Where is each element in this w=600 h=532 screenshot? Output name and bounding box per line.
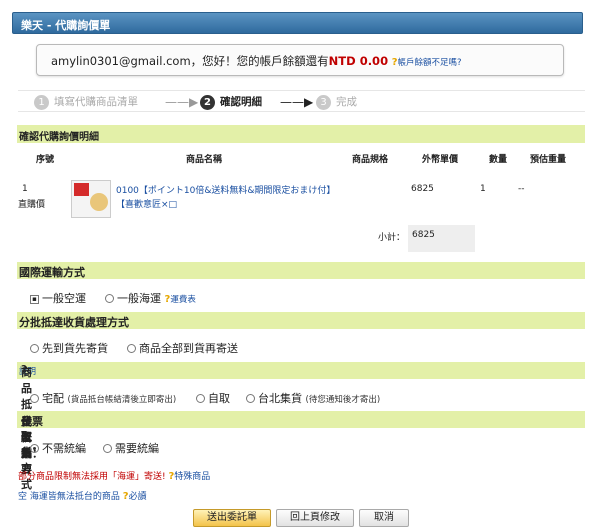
step-label-1: 填寫代購商品清單	[54, 96, 138, 108]
invoice-no-option[interactable]: 不需統編	[30, 440, 86, 456]
radio-icon[interactable]	[30, 343, 39, 353]
pickup-taipei-note: (待您通知後才寄出)	[305, 395, 381, 405]
greeting-text: ，您好！您的帳戶餘額還有	[190, 54, 329, 68]
product-name-link[interactable]: 0100【ポイント10倍&送料無料&期間限定おまけ付】	[116, 183, 335, 196]
pickup-taipei-label: 台北集貨	[258, 392, 302, 405]
details-section-title: 確認代購詢價明細	[19, 132, 99, 143]
restricted-goods-note: 空 海運皆無法抵台的商品 ?必讀	[18, 489, 147, 502]
radio-icon[interactable]	[246, 393, 255, 403]
pickup-self-label: 自取	[208, 392, 230, 405]
shipping-sea-option[interactable]: 一般海運 ?運費表	[105, 290, 196, 306]
question-icon: ?	[21, 364, 27, 375]
details-section-header: 確認代購詢價明細	[17, 125, 585, 143]
back-edit-button[interactable]: 回上頁修改	[276, 509, 354, 527]
shipping-fee-link[interactable]: 運費表	[170, 295, 196, 305]
subtotal-value: 6825	[412, 230, 435, 240]
radio-icon[interactable]	[196, 393, 205, 403]
progress-steps: 1 填寫代購商品清單 ——▶ 2 確認明細 ——▶ 3 完成	[18, 90, 585, 112]
step-3: 3 完成	[316, 94, 357, 110]
radio-icon[interactable]	[105, 293, 114, 303]
invoice-section-header: 是否需要 代工費 發票統編：	[17, 411, 585, 476]
step-1: 1 填寫代購商品清單	[34, 94, 138, 110]
sea-shipping-note: 部分商品限制無法採用「海運」寄送! ?特殊商品	[18, 469, 210, 482]
batch-first-label: 先到貨先寄貨	[42, 342, 108, 355]
shipping-air-option[interactable]: ▪ 一般空運	[30, 290, 86, 306]
step-label-2: 確認明細	[220, 96, 262, 108]
pickup-title-wrap: 商品抵台取貨方式 ?說明	[19, 364, 36, 491]
invoice-yes-label: 需要統編	[115, 442, 159, 455]
row-weight: --	[518, 184, 525, 194]
arrow-right-icon: ——▶	[280, 95, 314, 109]
shipping-title: 國際運輸方式	[19, 266, 85, 279]
radio-selected-icon[interactable]	[30, 443, 39, 453]
arrow-right-icon: ——▶	[165, 95, 199, 109]
step-2: 2 確認明細	[200, 94, 262, 110]
step-number-3: 3	[316, 94, 331, 110]
pickup-section-header: 商品抵台取貨方式 ?說明	[17, 362, 585, 491]
pickup-self-option[interactable]: 自取	[196, 390, 230, 406]
pickup-delivery-note: (貨品抵台帳結清後立即寄出)	[67, 395, 177, 405]
col-header-spec: 商品規格	[352, 155, 389, 165]
page-title: 樂天 - 代購詢價單	[21, 19, 111, 32]
row-qty: 1	[480, 184, 486, 194]
product-name-link-line2[interactable]: 【喜歡意匠×□	[116, 197, 177, 210]
checkbox-checked-icon[interactable]: ▪	[30, 295, 39, 304]
radio-icon[interactable]	[30, 393, 39, 403]
invoice-yes-option[interactable]: 需要統編	[103, 440, 159, 456]
shipping-sea-label: 一般海運	[117, 292, 161, 305]
col-header-index: 序號	[36, 155, 55, 165]
badge-icon	[74, 183, 89, 196]
col-header-qty: 數量	[489, 155, 508, 165]
account-balance: NTD 0.00	[328, 54, 389, 68]
window-title-bar: 樂天 - 代購詢價單	[12, 12, 583, 34]
pickup-taipei-option[interactable]: 台北集貨 (待您通知後才寄出)	[246, 390, 380, 406]
batch-all-label: 商品全部到貨再寄送	[139, 342, 238, 355]
shipping-air-label: 一般空運	[42, 292, 86, 305]
product-thumbnail[interactable]	[71, 180, 111, 218]
step-number-2: 2	[200, 94, 215, 110]
balance-help-link[interactable]: 帳戶餘額不足嗎?	[398, 58, 462, 68]
product-image-icon	[90, 193, 108, 211]
batch-all-option[interactable]: 商品全部到貨再寄送	[127, 340, 238, 356]
batch-section-header: 分批抵達收貨處理方式	[17, 312, 585, 329]
batch-first-option[interactable]: 先到貨先寄貨	[30, 340, 108, 356]
row-type: 直購價	[18, 200, 46, 210]
invoice-no-label: 不需統編	[42, 442, 86, 455]
pickup-delivery-label: 宅配	[42, 392, 64, 405]
special-goods-link[interactable]: 特殊商品	[174, 472, 210, 482]
row-price: 6825	[411, 184, 434, 194]
batch-title: 分批抵達收貨處理方式	[19, 316, 129, 329]
user-email: amylin0301@gmail.com	[51, 54, 191, 68]
pickup-delivery-option[interactable]: 宅配 (貨品抵台帳結清後立即寄出)	[30, 390, 176, 406]
sea-shipping-note-text: 部分商品限制無法採用「海運」寄送!	[18, 472, 166, 482]
col-header-price: 外幣單價	[422, 155, 459, 165]
shipping-section-header: 國際運輸方式	[17, 262, 585, 279]
must-read-link[interactable]: 必讀	[129, 492, 147, 502]
radio-icon[interactable]	[127, 343, 136, 353]
radio-icon[interactable]	[103, 443, 112, 453]
row-index: 1	[22, 184, 28, 194]
col-header-weight: 預估重量	[530, 155, 567, 165]
restricted-goods-note-text: 空 海運皆無法抵台的商品	[18, 492, 120, 502]
submit-order-button[interactable]: 送出委託單	[193, 509, 271, 527]
step-number-1: 1	[34, 94, 49, 110]
subtotal-label: 小計：	[378, 233, 406, 243]
account-greeting-box: amylin0301@gmail.com，您好！您的帳戶餘額還有NTD 0.00…	[36, 44, 564, 76]
col-header-name: 商品名稱	[186, 155, 223, 165]
step-label-3: 完成	[336, 96, 357, 108]
cancel-button[interactable]: 取消	[359, 509, 409, 527]
